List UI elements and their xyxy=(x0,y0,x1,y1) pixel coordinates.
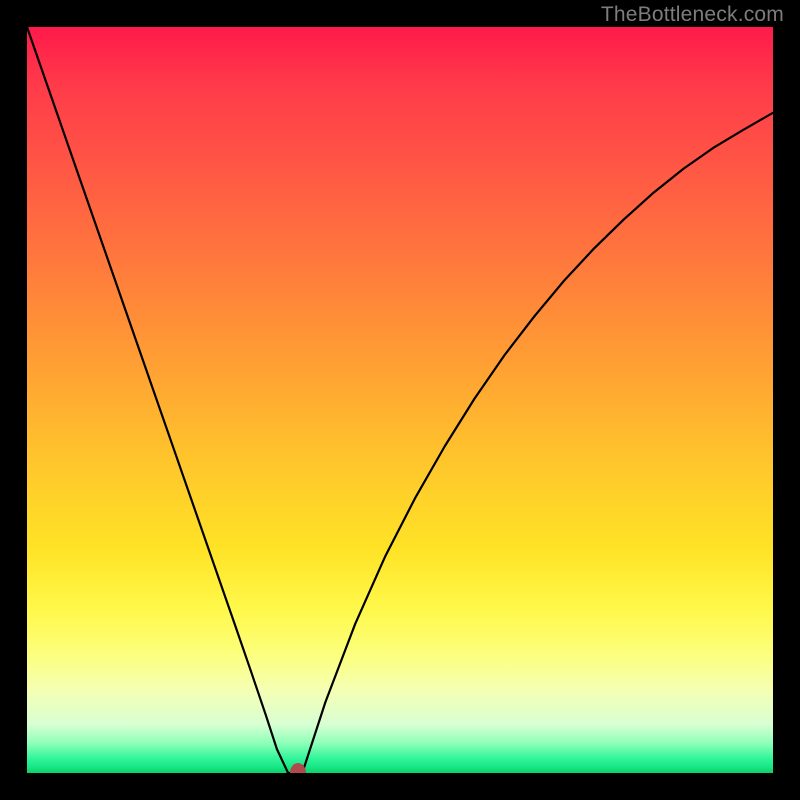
watermark-text: TheBottleneck.com xyxy=(601,3,784,27)
chart-frame: TheBottleneck.com xyxy=(0,0,800,800)
bottleneck-curve xyxy=(27,27,773,773)
plot-area xyxy=(27,27,773,773)
